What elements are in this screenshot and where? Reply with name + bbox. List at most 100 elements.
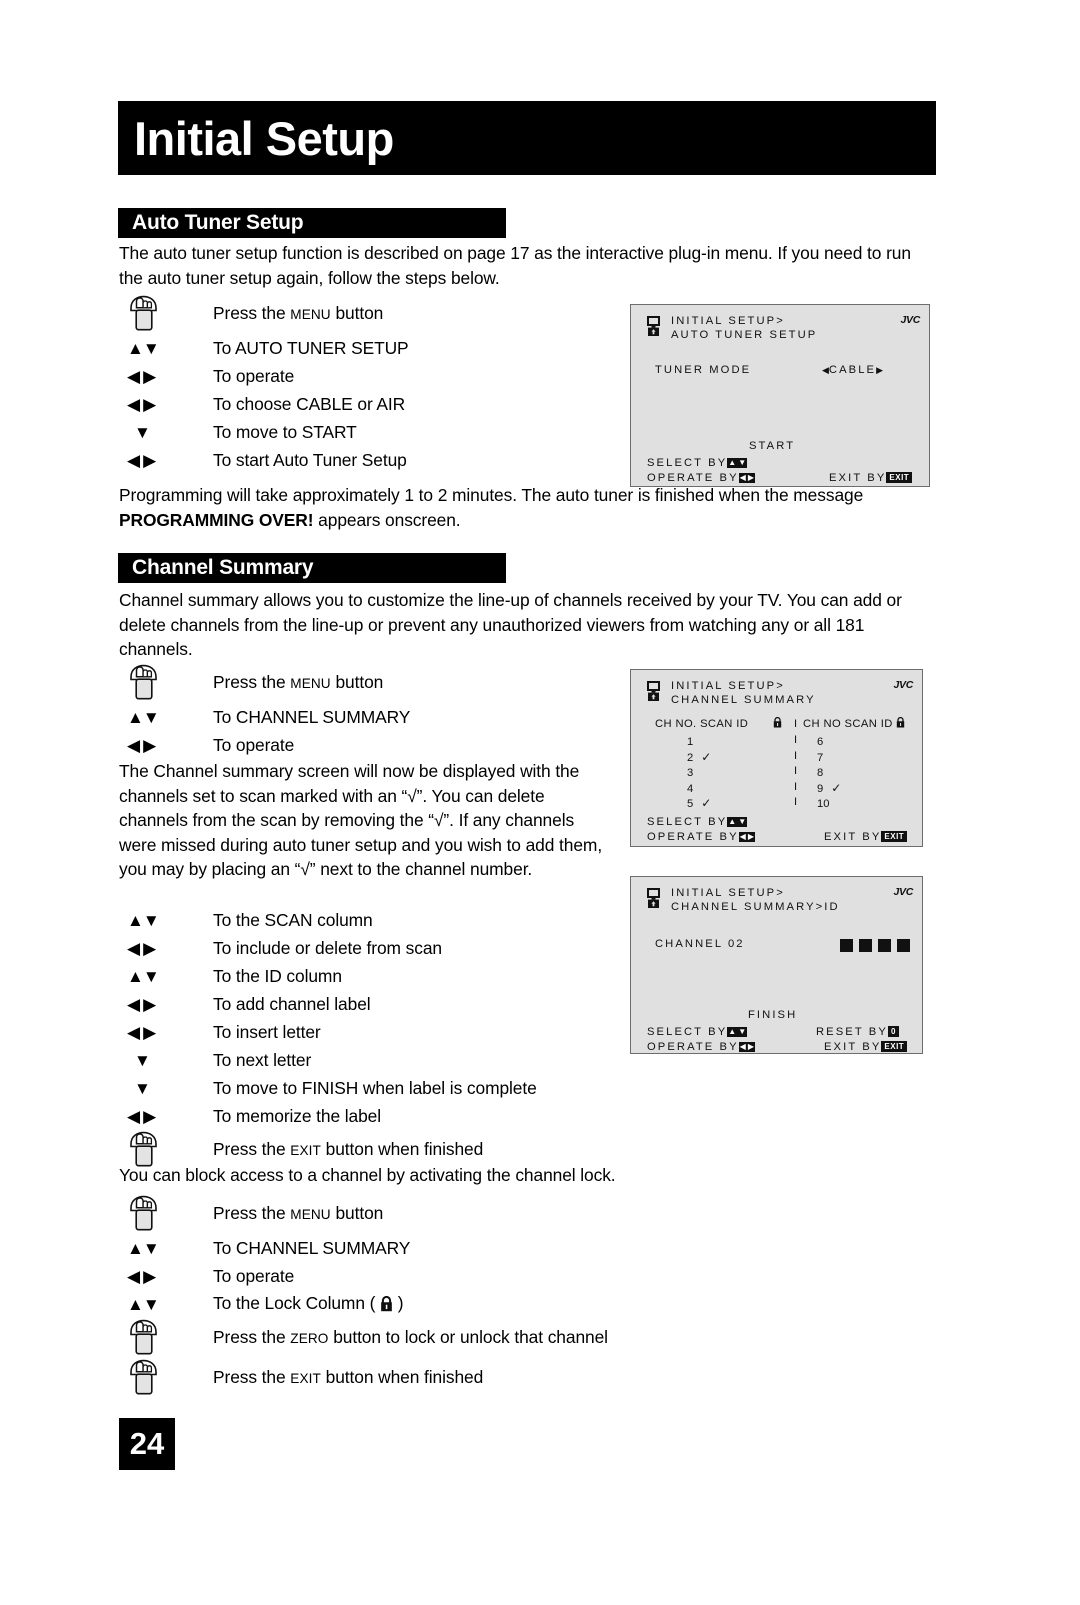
osd-tuner-mode-value-group[interactable]: ◀CABLE▶ [822, 364, 883, 376]
left-arrow-icon: ◀ [127, 1022, 141, 1042]
right-arrow-icon: ▶ [143, 450, 157, 470]
instruction-text: To CHANNEL SUMMARY [213, 1238, 411, 1258]
hand-button-icon [127, 1319, 160, 1357]
instruction-row: Press the EXIT button when finished [119, 1358, 608, 1398]
osd-column-divider-left: I [794, 718, 798, 730]
down-key-icon: ▼ [737, 1027, 748, 1037]
down-arrow-icon: ▼ [142, 338, 160, 358]
instruction-label: Press the MENU button [213, 302, 383, 326]
osd-header: INITIAL SETUP> CHANNEL SUMMARY>ID [671, 886, 840, 914]
step-list-auto-tuner: Press the MENU button ▲▼ To AUTO TUNER SET… [119, 294, 409, 474]
instruction-icon-cell [119, 1319, 213, 1357]
osd-channel-row[interactable]: 3 [687, 765, 701, 779]
right-key-icon: ▶ [746, 832, 755, 842]
osd-channel-row[interactable]: 1 [687, 734, 701, 748]
osd-breadcrumb-line1: INITIAL SETUP> [671, 315, 785, 327]
instruction-row: ▼ To move to FINISH when label is complet… [119, 1074, 537, 1102]
osd-exit-hint-text: EXIT BY [824, 1041, 882, 1053]
left-right-arrows-icon: ◀ ▶ [127, 940, 156, 957]
instruction-icon-cell: ▲▼ [119, 968, 213, 985]
instruction-icon-cell: ▲▼ [119, 1296, 213, 1313]
instruction-icon-cell: ▲▼ [119, 912, 213, 929]
osd-select-hint: SELECT BY▲ ▼ [647, 457, 748, 469]
osd-channel-row[interactable]: 5 ✓ [687, 796, 711, 810]
instruction-text: To CHANNEL SUMMARY [213, 707, 411, 727]
instruction-row: ▼ To next letter [119, 1046, 537, 1074]
instruction-icon-cell: ▲▼ [119, 1240, 213, 1257]
instruction-row: Press the MENU button [119, 663, 410, 703]
instruction-text-suffix: button [330, 672, 384, 692]
left-arrow-icon: ◀ [127, 938, 141, 958]
instruction-text: To operate [213, 735, 295, 755]
channel-number: 9 [817, 782, 824, 795]
osd-start-label[interactable]: START [749, 440, 795, 452]
up-key-icon: ▲ [727, 817, 738, 827]
osd-finish-label[interactable]: FINISH [748, 1009, 797, 1021]
instruction-icon-cell: ◀ ▶ [119, 1268, 213, 1285]
up-key-icon: ▲ [727, 1027, 738, 1037]
instruction-text-suffix: ) [393, 1292, 404, 1313]
instruction-row: ◀ ▶ To memorize the label [119, 1102, 537, 1130]
instruction-label: To move to START [213, 421, 357, 443]
instruction-icon-cell: ◀ ▶ [119, 1108, 213, 1125]
down-arrow-icon: ▼ [134, 422, 151, 442]
osd-channel-row[interactable]: 10 [817, 796, 837, 810]
osd-breadcrumb-line2: CHANNEL SUMMARY [671, 694, 816, 706]
osd-column-divider: I [794, 765, 798, 777]
instruction-label: To the SCAN column [213, 909, 373, 931]
instruction-text: To the ID column [213, 966, 342, 986]
osd-exit-hint: EXIT BY EXIT [824, 831, 908, 843]
osd-channel-row[interactable]: 6 [817, 734, 831, 748]
section-heading-label: Channel Summary [132, 556, 314, 579]
osd-channel-row[interactable]: 9 ✓ [817, 781, 841, 795]
instruction-text-suffix: button when finished [320, 1367, 484, 1387]
instruction-row: ▲▼ To AUTO TUNER SETUP [119, 334, 409, 362]
instruction-text: To move to FINISH when label is complete [213, 1078, 537, 1098]
programming-note-part1: Programming will take approximately 1 to… [119, 485, 864, 505]
channel-number: 10 [817, 798, 830, 810]
up-arrow-icon: ▲ [127, 1238, 144, 1258]
instruction-icon-cell: ◀ ▶ [119, 940, 213, 957]
left-key-icon: ◀ [738, 473, 747, 483]
channel-number: 6 [817, 736, 824, 748]
instruction-icon-cell [119, 295, 213, 333]
instruction-icon-cell: ◀ ▶ [119, 368, 213, 385]
left-arrow-icon: ◀ [127, 366, 141, 386]
instruction-label: To CHANNEL SUMMARY [213, 706, 410, 728]
programming-note-part2: appears onscreen. [313, 509, 461, 530]
instruction-icon-cell: ◀ ▶ [119, 396, 213, 413]
jvc-logo: JVC [893, 679, 913, 691]
instruction-icon-cell: ▼ [119, 424, 213, 441]
osd-channel-row[interactable]: 2 ✓ [687, 750, 711, 764]
instruction-row: ◀ ▶ To choose CABLE or AIR [119, 390, 409, 418]
down-arrow-icon: ▼ [142, 910, 160, 930]
left-right-arrows-icon: ◀ ▶ [127, 996, 156, 1013]
instruction-row: ▲▼ To the Lock Column ( ) [119, 1290, 608, 1318]
down-arrow-icon: ▼ [134, 1078, 151, 1098]
instruction-row: ▲▼ To CHANNEL SUMMARY [119, 703, 410, 731]
instruction-row: Press the MENU button [119, 1194, 608, 1234]
osd-column-divider: I [794, 796, 798, 808]
right-arrow-icon: ▶ [143, 1106, 157, 1126]
instruction-label: To insert letter [213, 1021, 321, 1043]
right-arrow-icon: ▶ [876, 365, 884, 375]
instruction-text-suffix: button to lock or unlock that channel [328, 1327, 608, 1347]
left-right-arrows-icon: ◀ ▶ [127, 368, 156, 385]
osd-channel-row[interactable]: 7 [817, 750, 831, 764]
osd-breadcrumb-line1: INITIAL SETUP> [671, 680, 785, 692]
osd-channel-row[interactable]: 4 [687, 781, 701, 795]
programming-over-bold: PROGRAMMING OVER! [119, 509, 314, 530]
id-char-block-1 [840, 939, 853, 952]
programming-note-paragraph: Programming will take approximately 1 to… [119, 483, 934, 532]
osd-header: INITIAL SETUP> CHANNEL SUMMARY [671, 679, 816, 707]
hand-button-icon [127, 664, 160, 702]
osd-channel-id-entry-field[interactable] [840, 937, 910, 955]
instruction-label: Press the ZERO button to lock or unlock … [213, 1326, 608, 1350]
instruction-label: Press the MENU button [213, 1202, 383, 1226]
up-arrow-icon: ▲ [127, 338, 144, 358]
instruction-label: Press the MENU button [213, 671, 383, 695]
left-arrow-icon: ◀ [127, 735, 141, 755]
instruction-row: ◀ ▶ To start Auto Tuner Setup [119, 446, 409, 474]
osd-channel-row[interactable]: 8 [817, 765, 831, 779]
right-arrow-icon: ▶ [143, 1022, 157, 1042]
